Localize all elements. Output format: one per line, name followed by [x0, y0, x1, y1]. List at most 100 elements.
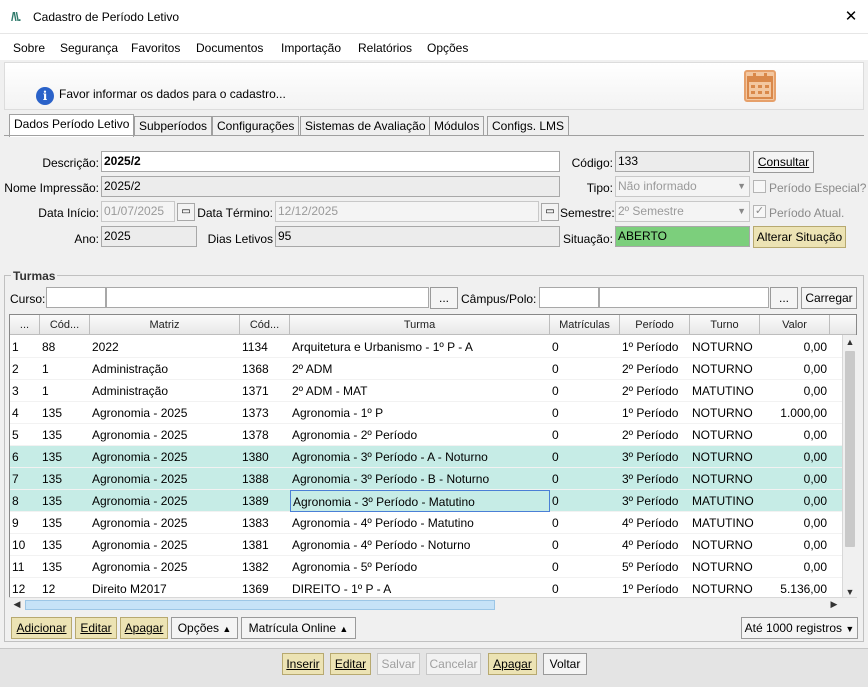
menu-seguranca[interactable]: Segurança	[60, 41, 118, 55]
col-header-index[interactable]: ...	[10, 315, 40, 335]
cell-turma: Agronomia - 4º Período - Matutino	[292, 516, 474, 530]
editar-button[interactable]: Editar	[330, 653, 371, 675]
semestre-select[interactable]: 2º Semestre ▼	[615, 201, 750, 222]
calendar-picker-icon[interactable]: ▭	[541, 203, 559, 221]
alterar-situacao-button[interactable]: Alterar Situação	[753, 226, 846, 248]
apagar-turma-button[interactable]: Apagar	[120, 617, 168, 639]
calendar-icon-graphic	[747, 73, 773, 99]
table-row[interactable]: 3 1 Administração 1371 2º ADM - MAT 0 2º Perío…	[10, 380, 844, 402]
tipo-select[interactable]: Não informado ▼	[615, 176, 750, 197]
cell-matriz: Agronomia - 2025	[92, 428, 188, 442]
col-header-cod-matriz[interactable]: Cód...	[40, 315, 90, 335]
cell-periodo: 2º Período	[622, 428, 679, 442]
table-row[interactable]: 11 135 Agronomia - 2025 1382 Agronomia - 5º …	[10, 556, 844, 578]
periodo-especial-checkbox[interactable]	[753, 180, 766, 193]
table-row[interactable]: 4 135 Agronomia - 2025 1373 Agronomia - 1º P…	[10, 402, 844, 424]
window-title: Cadastro de Período Letivo	[33, 10, 180, 24]
col-header-turma[interactable]: Turma	[290, 315, 550, 335]
menu-relatorios[interactable]: Relatórios	[358, 41, 412, 55]
table-row[interactable]: 6 135 Agronomia - 2025 1380 Agronomia - 3º P…	[10, 446, 844, 468]
cell-turno: NOTURNO	[692, 362, 753, 376]
chevron-up-icon: ▲	[339, 624, 349, 634]
table-row[interactable]: 1 88 2022 1134 Arquitetura e Urbanismo - 1º …	[10, 336, 844, 358]
cell-turma: Agronomia - 5º Período	[292, 560, 418, 574]
cell-matriz: 2022	[92, 340, 119, 354]
tab-subperiodos[interactable]: Subperíodos	[134, 116, 213, 136]
codigo-field[interactable]: 133	[615, 151, 750, 172]
curso-name-field[interactable]	[106, 287, 429, 308]
editar-turma-button-label: Editar	[80, 621, 112, 635]
cell-matriculas: 0	[552, 384, 559, 398]
matricula-online-dropdown[interactable]: Matrícula Online ▲	[241, 617, 356, 639]
cell-matriculas: 0	[552, 340, 559, 354]
menu-sobre[interactable]: Sobre	[13, 41, 45, 55]
campus-name-field[interactable]	[599, 287, 769, 308]
cancelar-button[interactable]: Cancelar	[426, 653, 481, 675]
tab-dados-periodo-letivo[interactable]: Dados Período Letivo	[9, 114, 135, 137]
registros-dropdown[interactable]: Até 1000 registros ▼	[741, 617, 858, 639]
cell-matriculas: 0	[552, 560, 559, 574]
col-header-turno[interactable]: Turno	[690, 315, 760, 335]
cell-turno: NOTURNO	[692, 428, 753, 442]
close-icon[interactable]: ✕	[840, 6, 862, 28]
cell-periodo: 3º Período	[622, 450, 679, 464]
scroll-arrow-icon[interactable]: ▶	[827, 599, 841, 610]
data-inicio-field[interactable]: 01/07/2025	[101, 201, 175, 222]
col-header-matriz[interactable]: Matriz	[90, 315, 240, 335]
col-header-matriculas[interactable]: Matrículas	[550, 315, 620, 335]
calendar-picker-icon[interactable]: ▭	[177, 203, 195, 221]
apagar-turma-button-label: Apagar	[124, 621, 164, 635]
tab-configuracoes[interactable]: Configurações	[212, 116, 300, 136]
vertical-scrollbar[interactable]: ▲ ▼	[842, 335, 857, 599]
horizontal-scrollbar[interactable]: ◀ ▶	[9, 597, 857, 612]
voltar-button[interactable]: Voltar	[543, 653, 587, 675]
curso-lookup-button[interactable]: ...	[430, 287, 458, 309]
inserir-button[interactable]: Inserir	[282, 653, 324, 675]
nome-impressao-field[interactable]: 2025/2	[101, 176, 560, 197]
table-row[interactable]: 7 135 Agronomia - 2025 1388 Agronomia - 3º P…	[10, 468, 844, 490]
scroll-arrow-icon[interactable]: ◀	[10, 599, 24, 610]
periodo-atual-checkbox[interactable]: ✓	[753, 205, 766, 218]
tab-sistemas-avaliacao[interactable]: Sistemas de Avaliação	[300, 116, 431, 136]
menu-importacao[interactable]: Importação	[281, 41, 341, 55]
descricao-field[interactable]: 2025/2	[101, 151, 560, 172]
tab-configs-lms[interactable]: Configs. LMS	[487, 116, 570, 136]
consultar-button[interactable]: Consultar	[753, 151, 814, 173]
table-row[interactable]: 9 135 Agronomia - 2025 1383 Agronomia - 4º P…	[10, 512, 844, 534]
cell-cod-matriz: 135	[42, 428, 63, 442]
carregar-button[interactable]: Carregar	[801, 287, 857, 309]
salvar-button[interactable]: Salvar	[377, 653, 420, 675]
table-row[interactable]: 2 1 Administração 1368 2º ADM 0 2º Período NOTU…	[10, 358, 844, 380]
ano-field[interactable]: 2025	[101, 226, 197, 247]
vertical-scroll-thumb[interactable]	[845, 351, 855, 547]
adicionar-button[interactable]: Adicionar	[11, 617, 72, 639]
periodo-atual-label: Período Atual.	[769, 206, 845, 220]
editar-turma-button[interactable]: Editar	[75, 617, 117, 639]
scroll-arrow-icon[interactable]: ▼	[843, 587, 857, 597]
opcoes-dropdown[interactable]: Opções ▲	[171, 617, 238, 639]
cell-cod-turma: 1368	[242, 362, 269, 376]
campus-code-field[interactable]	[539, 287, 599, 308]
cell-cod-turma: 1373	[242, 406, 269, 420]
dias-letivos-field[interactable]: 95	[275, 226, 560, 247]
apagar-button[interactable]: Apagar	[488, 653, 537, 675]
table-row[interactable]: 8 135 Agronomia - 2025 1389 Agronomia - 3º P…	[10, 490, 844, 512]
menu-favoritos[interactable]: Favoritos	[131, 41, 180, 55]
table-row[interactable]: 5 135 Agronomia - 2025 1378 Agronomia - 2º P…	[10, 424, 844, 446]
table-row[interactable]: 10 135 Agronomia - 2025 1381 Agronomia - 4º …	[10, 534, 844, 556]
curso-code-field[interactable]	[46, 287, 106, 308]
scroll-arrow-icon[interactable]: ▲	[843, 337, 857, 347]
col-header-cod-turma[interactable]: Cód...	[240, 315, 290, 335]
horizontal-scroll-thumb[interactable]	[25, 600, 495, 610]
periodo-especial-label: Período Especial?	[769, 181, 867, 195]
campus-lookup-button[interactable]: ...	[770, 287, 798, 309]
cell-matriz: Agronomia - 2025	[92, 560, 188, 574]
cell-index: 5	[12, 428, 19, 442]
col-header-valor[interactable]: Valor	[760, 315, 830, 335]
menu-documentos[interactable]: Documentos	[196, 41, 263, 55]
menu-opcoes[interactable]: Opções	[427, 41, 468, 55]
data-termino-field[interactable]: 12/12/2025	[275, 201, 539, 222]
cell-valor: 0,00	[803, 428, 827, 442]
col-header-periodo[interactable]: Período	[620, 315, 690, 335]
tab-modulos[interactable]: Módulos	[429, 116, 485, 136]
